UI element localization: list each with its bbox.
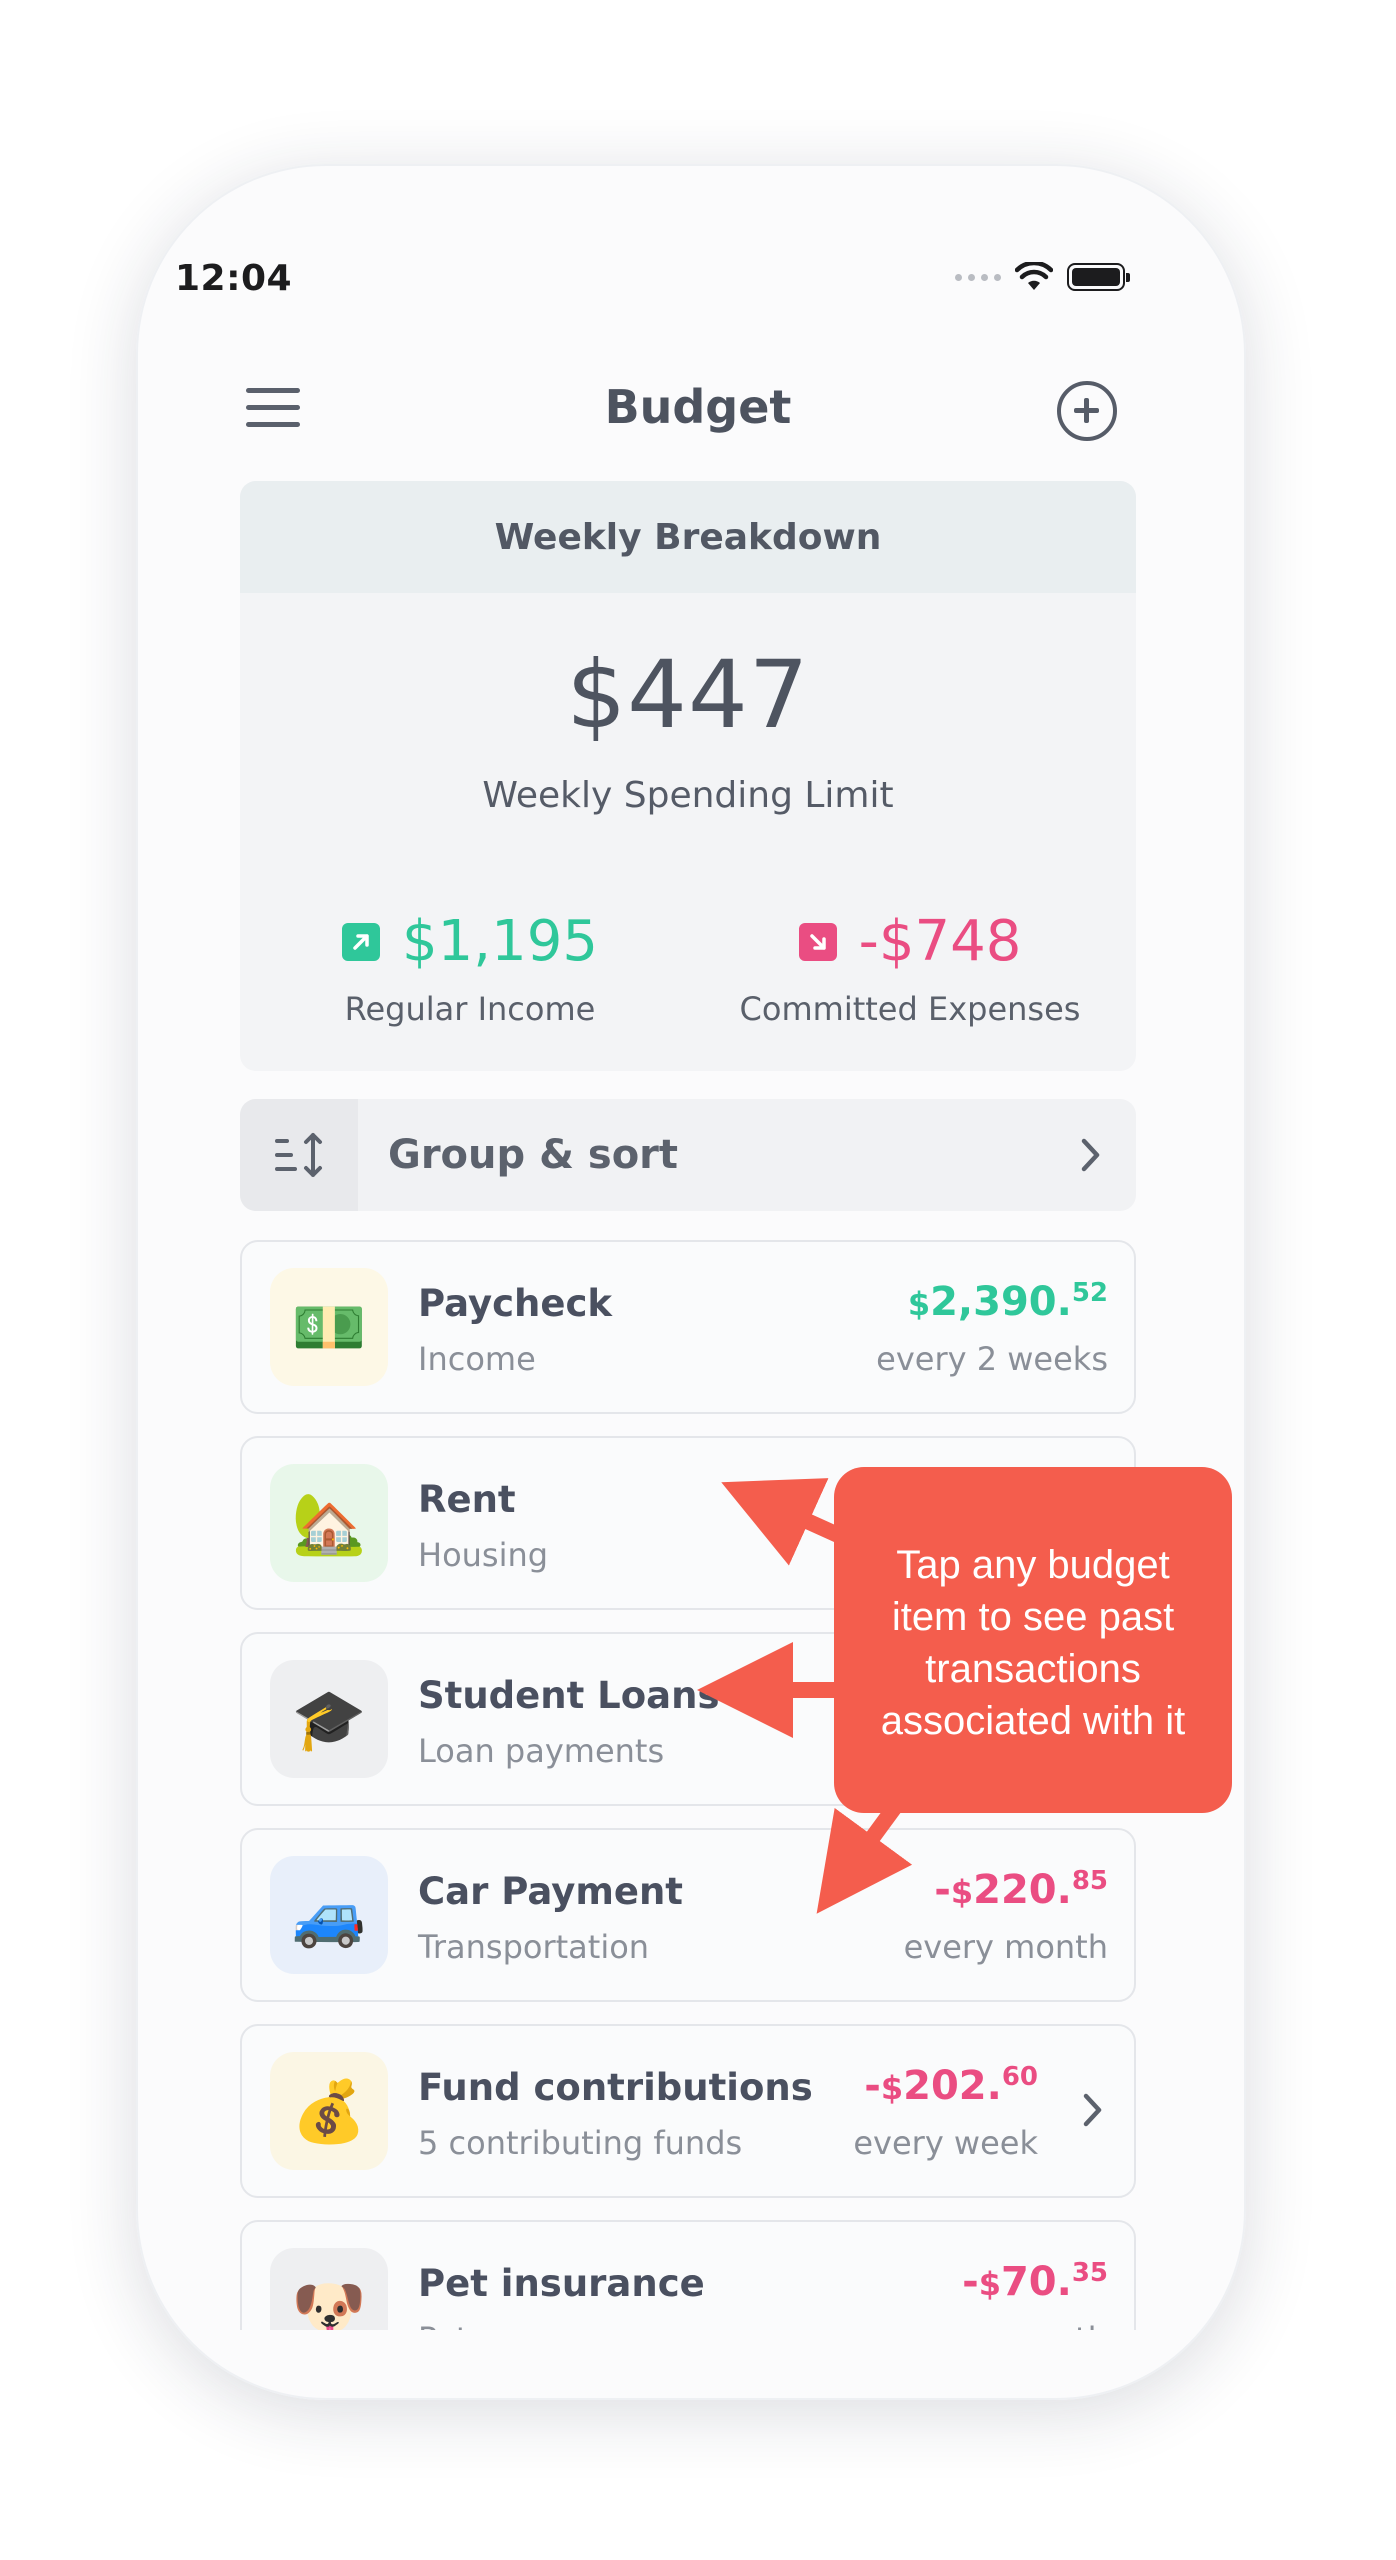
callout-line: Tap any budget bbox=[896, 1543, 1170, 1587]
callout-line: item to see past bbox=[891, 1595, 1175, 1639]
callout-line: associated with it bbox=[880, 1699, 1186, 1743]
tip-callout: Tap any budget item to see past transact… bbox=[834, 1467, 1232, 1813]
callout-line: transactions bbox=[925, 1647, 1141, 1691]
callout-arrows bbox=[697, 1478, 913, 1914]
